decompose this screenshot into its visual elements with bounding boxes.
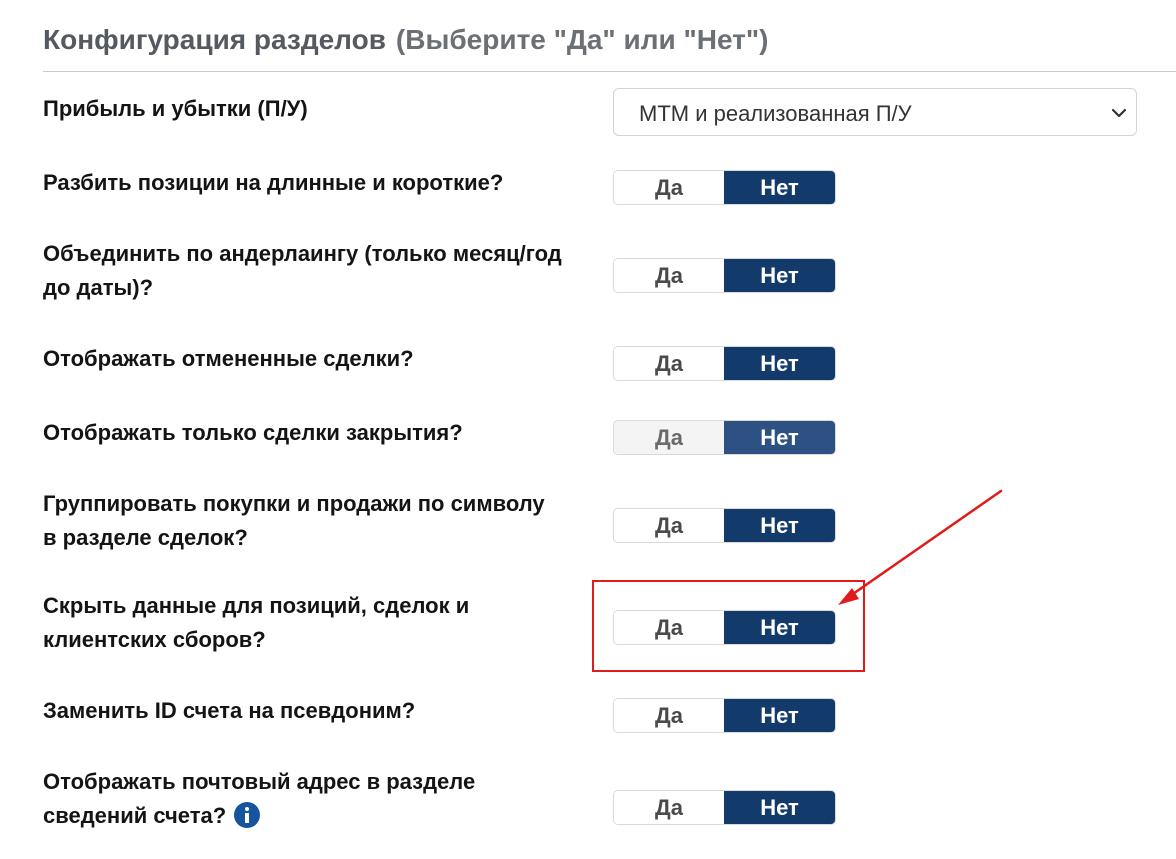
mailing-address-label-wrap: Отображать почтовый адрес в разделе свед… — [43, 765, 563, 833]
combine-underlying-toggle: Да Нет — [613, 258, 836, 293]
header-divider — [43, 71, 1176, 72]
account-alias-no-button[interactable]: Нет — [724, 699, 835, 732]
account-alias-yes-button[interactable]: Да — [614, 699, 724, 732]
section-header: Конфигурация разделов (Выберите "Да" или … — [43, 24, 768, 56]
mailing-address-no-button[interactable]: Нет — [724, 791, 835, 824]
closing-trades-label: Отображать только сделки закрытия? — [43, 420, 463, 445]
account-alias-label: Заменить ID счета на псевдоним? — [43, 698, 416, 723]
split-positions-label: Разбить позиции на длинные и короткие? — [43, 170, 504, 195]
group-trades-yes-button[interactable]: Да — [614, 509, 724, 542]
closing-trades-yes-button: Да — [614, 421, 724, 454]
section-subtitle: (Выберите "Да" или "Нет") — [395, 24, 769, 55]
chevron-down-icon — [1111, 108, 1127, 118]
cancelled-trades-yes-button[interactable]: Да — [614, 347, 724, 380]
combine-underlying-no-button[interactable]: Нет — [724, 259, 835, 292]
combine-underlying-label: Объединить по андерлаингу (только месяц/… — [43, 241, 562, 300]
split-positions-yes-button[interactable]: Да — [614, 171, 724, 204]
group-trades-toggle: Да Нет — [613, 508, 836, 543]
hide-data-label: Скрыть данные для позиций, сделок и клие… — [43, 593, 470, 652]
cancelled-trades-toggle: Да Нет — [613, 346, 836, 381]
closing-trades-no-button: Нет — [724, 421, 835, 454]
info-icon[interactable] — [234, 802, 261, 829]
pnl-select[interactable]: МТМ и реализованная П/У — [613, 88, 1137, 136]
cancelled-trades-no-button[interactable]: Нет — [724, 347, 835, 380]
combine-underlying-yes-button[interactable]: Да — [614, 259, 724, 292]
mailing-address-yes-button[interactable]: Да — [614, 791, 724, 824]
mailing-address-toggle: Да Нет — [613, 790, 836, 825]
split-positions-toggle: Да Нет — [613, 170, 836, 205]
group-trades-label: Группировать покупки и продажи по символ… — [43, 491, 545, 550]
pnl-label: Прибыль и убытки (П/У) — [43, 96, 308, 121]
pnl-select-value: МТМ и реализованная П/У — [639, 101, 912, 126]
section-title: Конфигурация разделов — [43, 24, 386, 55]
group-trades-no-button[interactable]: Нет — [724, 509, 835, 542]
split-positions-no-button[interactable]: Нет — [724, 171, 835, 204]
account-alias-toggle: Да Нет — [613, 698, 836, 733]
annotation-highlight-box — [592, 580, 865, 672]
cancelled-trades-label: Отображать отмененные сделки? — [43, 346, 414, 371]
closing-trades-toggle: Да Нет — [613, 420, 836, 455]
